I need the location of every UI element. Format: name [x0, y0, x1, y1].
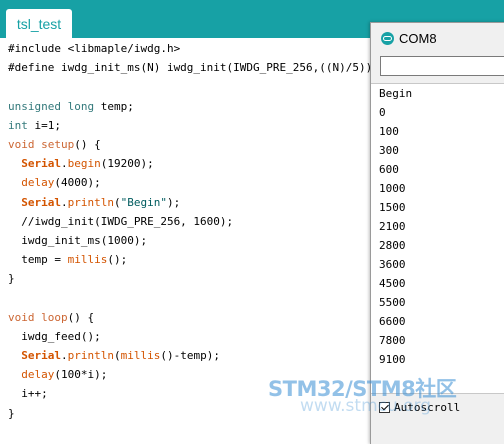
code-line: } — [8, 406, 15, 420]
code-line: iwdg_init_ms(1000); — [8, 233, 148, 247]
autoscroll-checkbox[interactable] — [379, 402, 390, 413]
serial-output-line: 2800 — [379, 239, 406, 252]
code-line: #include <libmaple/iwdg.h> — [8, 42, 181, 55]
serial-output-line: 1500 — [379, 201, 406, 214]
code-line: i++; — [8, 387, 48, 401]
serial-output-line: 5500 — [379, 296, 406, 309]
serial-output-line: 3600 — [379, 258, 406, 271]
serial-output-line: 600 — [379, 163, 399, 176]
code-line: delay(4000); — [21, 176, 101, 190]
code-line: //iwdg_init(IWDG_PRE_256, 1600); — [8, 214, 234, 228]
serial-monitor-window: COM8 Begin 0 100 300 600 1000 1500 2100 2800 3600… — [370, 22, 504, 444]
code-line: int i=1; — [8, 118, 61, 132]
arduino-icon — [381, 31, 394, 45]
serial-output-line: 1000 — [379, 182, 406, 195]
serial-output-line: 0 — [379, 106, 386, 119]
serial-monitor-titlebar[interactable]: COM8 — [371, 23, 504, 53]
code-line: void loop() { — [8, 310, 95, 324]
serial-output: Begin 0 100 300 600 1000 1500 2100 2800 3600 4500 5… — [371, 83, 504, 394]
serial-output-line: 300 — [379, 144, 399, 157]
serial-output-line: 6600 — [379, 315, 406, 328]
autoscroll-toggle[interactable]: Autoscroll — [379, 401, 460, 414]
serial-output-line: 2100 — [379, 220, 406, 233]
code-line: delay(100*i); — [21, 368, 108, 382]
serial-output-line: Begin — [379, 87, 413, 100]
code-line: Serial.println("Begin"); — [21, 195, 181, 209]
code-line: iwdg_feed(); — [8, 329, 101, 343]
serial-output-line: 7800 — [379, 334, 406, 347]
code-line: temp = millis(); — [8, 253, 128, 267]
serial-output-line: 4500 — [379, 277, 406, 290]
serial-send-input[interactable] — [380, 56, 504, 76]
code-line: void setup() { — [8, 137, 101, 151]
serial-monitor-title: COM8 — [399, 30, 437, 46]
autoscroll-label: Autoscroll — [394, 401, 461, 414]
serial-output-line: 100 — [379, 125, 399, 138]
serial-output-line: 9100 — [379, 353, 406, 366]
code-line: Serial.begin(19200); — [21, 157, 154, 171]
code-line: } — [8, 272, 15, 286]
code-line: unsigned long temp; — [8, 99, 134, 113]
code-line: #define iwdg_init_ms(N) iwdg_init(IWDG_P… — [8, 61, 373, 75]
code-line: Serial.println(millis()-temp); — [21, 349, 220, 362]
code-lines: #include <libmaple/iwdg.h> #define iwdg_i… — [8, 39, 372, 423]
tab-tsl-test[interactable]: tsl_test — [6, 9, 72, 38]
serial-footer: Autoscroll — [371, 393, 504, 444]
